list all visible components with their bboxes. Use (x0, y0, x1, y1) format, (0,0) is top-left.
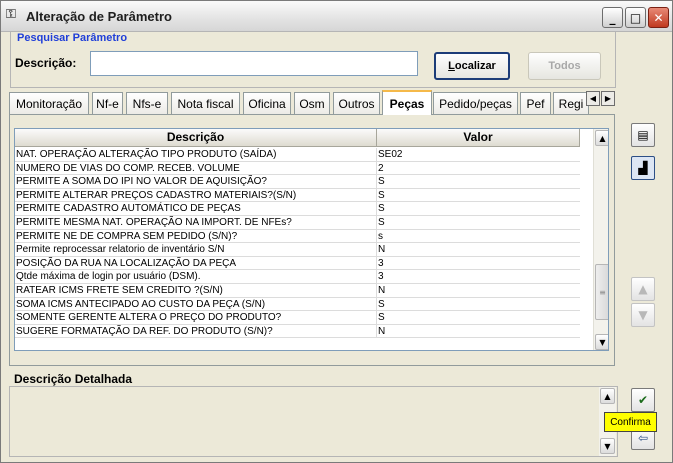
description-search-input[interactable] (90, 51, 418, 76)
detailed-description-textarea[interactable] (10, 387, 617, 456)
detailed-description-label: Descrição Detalhada (14, 372, 133, 386)
cell-value[interactable]: N (377, 325, 580, 338)
tab-scroll-right-icon[interactable]: ▶ (601, 91, 615, 106)
tab-regi[interactable]: Regi (553, 92, 589, 114)
table-row[interactable]: Permite reprocessar relatorio de inventá… (15, 243, 580, 257)
grid-view-icon[interactable]: ▤ (631, 123, 655, 147)
cell-description[interactable]: PERMITE ALTERAR PREÇOS CADASTRO MATERIAI… (15, 188, 377, 202)
close-button[interactable]: ✕ (648, 7, 669, 28)
tab-outros[interactable]: Outros (333, 92, 380, 114)
cell-value[interactable]: 2 (377, 162, 580, 175)
table-row[interactable]: PERMITE ALTERAR PREÇOS CADASTRO MATERIAI… (15, 188, 580, 203)
grid-header: Descrição Valor (15, 129, 580, 147)
tab-pef[interactable]: Pef (520, 92, 551, 114)
localizar-accelerator: L (448, 60, 455, 72)
tab-nota-fiscal[interactable]: Nota fiscal (171, 92, 240, 114)
cell-value[interactable]: S (377, 175, 580, 188)
table-row[interactable]: PERMITE NE DE COMPRA SEM PEDIDO (S/N)? s (15, 229, 580, 244)
cell-value[interactable]: N (377, 284, 580, 297)
grid-rows: NAT. OPERAÇÃO ALTERAÇÃO TIPO PRODUTO (SA… (15, 148, 580, 339)
scroll-thumb[interactable]: ≡ (595, 264, 608, 320)
cell-description[interactable]: POSIÇÃO DA RUA NA LOCALIZAÇÃO DA PEÇA (15, 256, 377, 270)
cell-description[interactable]: PERMITE A SOMA DO IPI NO VALOR DE AQUISI… (15, 175, 377, 188)
cell-description[interactable]: PERMITE CADASTRO AUTOMÁTICO DE PEÇAS (15, 202, 377, 215)
cell-description[interactable]: NAT. OPERAÇÃO ALTERAÇÃO TIPO PRODUTO (SA… (15, 148, 377, 161)
cell-description[interactable]: RATEAR ICMS FRETE SEM CREDITO ?(S/N) (15, 283, 377, 297)
table-row[interactable]: RATEAR ICMS FRETE SEM CREDITO ?(S/N) N (15, 283, 580, 298)
window-title: Alteração de Parâmetro (26, 9, 172, 24)
table-row[interactable]: NAT. OPERAÇÃO ALTERAÇÃO TIPO PRODUTO (SA… (15, 148, 580, 162)
move-up-icon[interactable]: ▲ (631, 277, 655, 301)
parameters-grid: Descrição Valor NAT. OPERAÇÃO ALTERAÇÃO … (14, 128, 609, 351)
cell-description[interactable]: NUMERO DE VIAS DO COMP. RECEB. VOLUME (15, 161, 377, 175)
title-bar: ⚿ Alteração de Parâmetro _ □ ✕ (1, 1, 672, 32)
cell-value[interactable]: 3 (377, 270, 580, 283)
cell-value[interactable]: N (377, 243, 580, 256)
table-row[interactable]: NUMERO DE VIAS DO COMP. RECEB. VOLUME 2 (15, 161, 580, 176)
scroll-down-icon[interactable]: ▼ (595, 334, 608, 350)
column-header-value[interactable]: Valor (377, 129, 580, 147)
table-row[interactable]: Qtde máxima de login por usuário (DSM). 3 (15, 270, 580, 284)
cell-description[interactable]: Qtde máxima de login por usuário (DSM). (15, 270, 377, 283)
cell-value[interactable]: S (377, 189, 580, 202)
confirma-tooltip: Confirma (604, 412, 657, 432)
move-down-icon[interactable]: ▼ (631, 303, 655, 327)
table-row[interactable]: PERMITE MESMA NAT. OPERAÇÃO NA IMPORT. D… (15, 215, 580, 230)
tab-monitoracao[interactable]: Monitoração (9, 92, 89, 114)
cell-value[interactable]: SE02 (377, 148, 580, 161)
description-label: Descrição: (15, 56, 77, 70)
cell-value[interactable]: s (377, 230, 580, 243)
table-row[interactable]: PERMITE A SOMA DO IPI NO VALOR DE AQUISI… (15, 175, 580, 189)
tab-scroll-left-icon[interactable]: ◀ (586, 91, 600, 106)
maximize-button[interactable]: □ (625, 7, 646, 28)
cell-value[interactable]: 3 (377, 257, 580, 270)
cell-description[interactable]: SUGERE FORMATAÇÃO DA REF. DO PRODUTO (S/… (15, 324, 377, 338)
cell-description[interactable]: Permite reprocessar relatorio de inventá… (15, 243, 377, 256)
cell-value[interactable]: S (377, 202, 580, 215)
table-row[interactable]: SOMENTE GERENTE ALTERA O PREÇO DO PRODUT… (15, 311, 580, 325)
table-row[interactable]: SOMA ICMS ANTECIPADO AO CUSTO DA PEÇA (S… (15, 297, 580, 312)
table-row[interactable]: POSIÇÃO DA RUA NA LOCALIZAÇÃO DA PEÇA 3 (15, 256, 580, 271)
search-group-title: Pesquisar Parâmetro (17, 32, 128, 44)
chart-icon[interactable]: ▟ (631, 156, 655, 180)
cell-value[interactable]: S (377, 311, 580, 324)
tab-oficina[interactable]: Oficina (243, 92, 291, 114)
cell-value[interactable]: S (377, 216, 580, 229)
todos-button[interactable]: Todos (528, 52, 601, 80)
minimize-button[interactable]: _ (602, 7, 623, 28)
grid-vertical-scrollbar[interactable]: ▲ ≡ ▼ (593, 129, 608, 350)
table-row[interactable]: PERMITE CADASTRO AUTOMÁTICO DE PEÇAS S (15, 202, 580, 216)
localizar-button[interactable]: Localizar (434, 52, 510, 80)
tab-pecas[interactable]: Peças (382, 90, 432, 115)
tab-pedido-pecas[interactable]: Pedido/peças (433, 92, 518, 114)
detail-scroll-up-icon[interactable]: ▲ (600, 388, 615, 404)
cell-value[interactable]: S (377, 298, 580, 311)
key-icon: ⚿ (6, 7, 16, 22)
confirm-check-icon[interactable]: ✔ (631, 388, 655, 412)
detail-scroll-down-icon[interactable]: ▼ (600, 438, 615, 454)
window: ⚿ Alteração de Parâmetro _ □ ✕ Pesquisar… (0, 0, 673, 463)
cell-description[interactable]: SOMA ICMS ANTECIPADO AO CUSTO DA PEÇA (S… (15, 297, 377, 311)
table-row[interactable]: SUGERE FORMATAÇÃO DA REF. DO PRODUTO (S/… (15, 324, 580, 339)
cell-description[interactable]: PERMITE NE DE COMPRA SEM PEDIDO (S/N)? (15, 229, 377, 243)
column-header-description[interactable]: Descrição (15, 129, 377, 147)
tab-nfe[interactable]: Nf-e (92, 92, 123, 114)
cell-description[interactable]: PERMITE MESMA NAT. OPERAÇÃO NA IMPORT. D… (15, 215, 377, 229)
cell-description[interactable]: SOMENTE GERENTE ALTERA O PREÇO DO PRODUT… (15, 311, 377, 324)
tab-strip: Monitoração Nf-e Nfs-e Nota fiscal Ofici… (9, 90, 621, 115)
localizar-label: ocalizar (454, 60, 496, 72)
tab-osm[interactable]: Osm (294, 92, 330, 114)
tab-nfse[interactable]: Nfs-e (126, 92, 168, 114)
scroll-up-icon[interactable]: ▲ (595, 130, 608, 146)
